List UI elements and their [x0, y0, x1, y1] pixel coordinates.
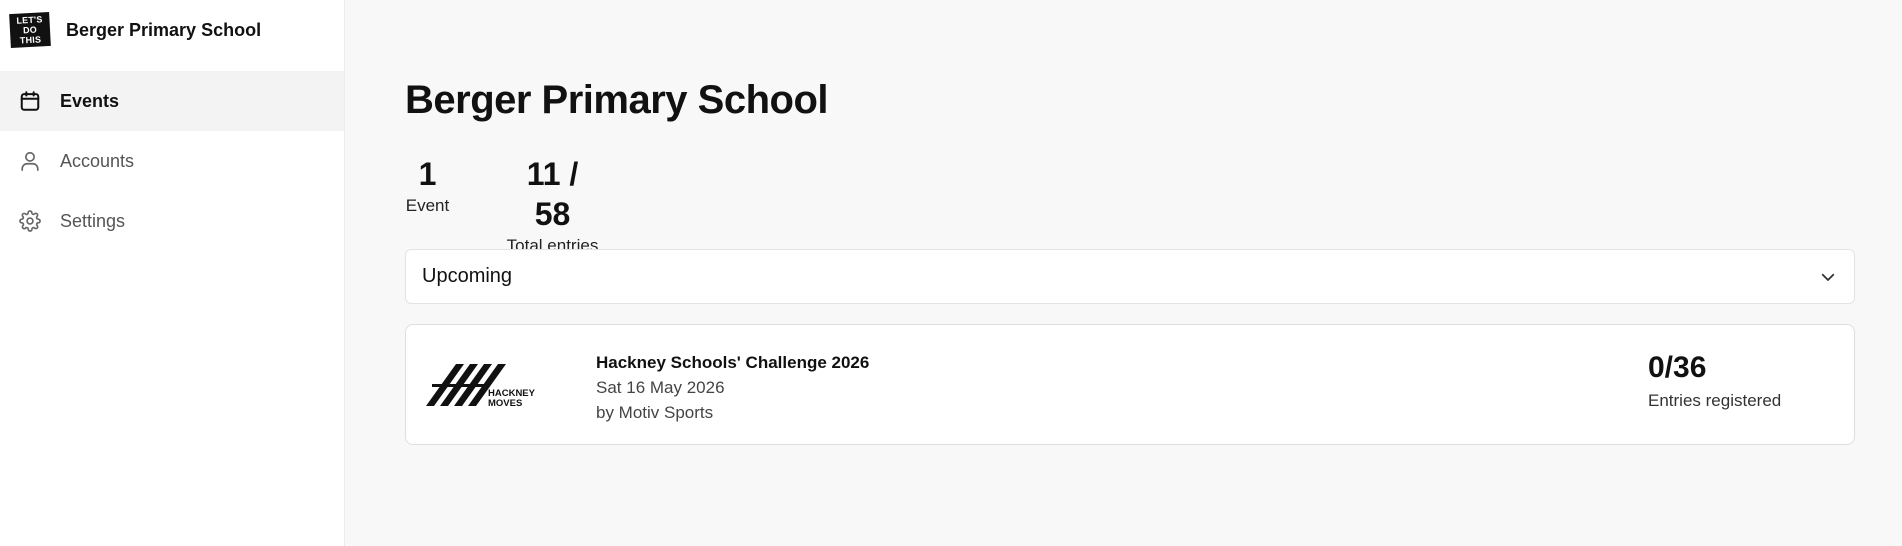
sidebar-item-accounts[interactable]: Accounts: [0, 131, 344, 191]
calendar-icon: [18, 89, 42, 113]
stat-value: 1: [418, 156, 437, 192]
event-entries: 0/36 Entries registered: [1648, 349, 1781, 411]
gear-icon: [18, 209, 42, 233]
brand-header[interactable]: LET'S DO THIS Berger Primary School: [0, 0, 344, 60]
sidebar-item-label: Accounts: [60, 150, 135, 171]
event-filter-value: Upcoming: [422, 265, 513, 287]
entries-count: 0/36: [1648, 351, 1707, 384]
event-info: Hackney Schools' Challenge 2026 Sat 16 M…: [596, 351, 869, 425]
sidebar-item-label: Settings: [60, 210, 126, 231]
sidebar-nav: Events Accounts Settings: [0, 71, 344, 251]
sidebar-item-settings[interactable]: Settings: [0, 191, 344, 251]
hackney-moves-logo: HACKNEY MOVES: [426, 360, 551, 410]
event-card[interactable]: HACKNEY MOVES Hackney Schools' Challenge…: [405, 324, 1855, 445]
stat-value: 11 / 58: [526, 156, 579, 232]
page-title: Berger Primary School: [405, 78, 829, 122]
lets-do-this-logo: LET'S DO THIS: [9, 11, 51, 49]
sidebar: LET'S DO THIS Berger Primary School Even…: [0, 0, 345, 546]
logo-word-moves: MOVES: [488, 398, 522, 409]
hackney-moves-logo-graphic: HACKNEY MOVES: [426, 364, 536, 409]
chevron-down-icon: [1818, 267, 1838, 287]
event-filter-dropdown[interactable]: Upcoming: [405, 249, 1855, 304]
user-icon: [18, 149, 42, 173]
event-title: Hackney Schools' Challenge 2026: [596, 353, 870, 372]
stat-events: 1 Event: [405, 154, 450, 216]
logo-line-3: THIS: [19, 34, 42, 46]
stat-total-entries: 11 / 58 Total entries: [505, 154, 600, 256]
organization-name: Berger Primary School: [66, 19, 262, 40]
event-date: Sat 16 May 2026: [596, 378, 725, 397]
entries-label: Entries registered: [1648, 391, 1782, 410]
event-organizer: by Motiv Sports: [596, 403, 714, 422]
sidebar-item-label: Events: [60, 90, 120, 111]
stat-label: Event: [405, 196, 450, 215]
sidebar-item-events[interactable]: Events: [0, 71, 344, 131]
